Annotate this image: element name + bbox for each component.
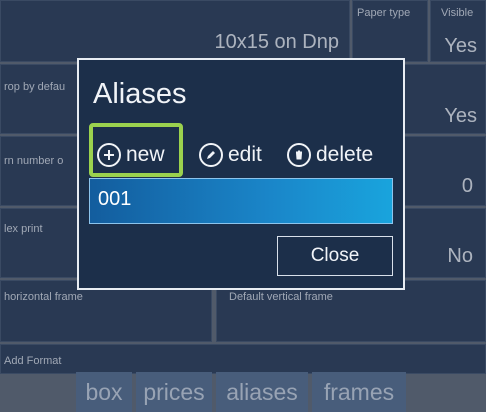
trash-icon	[287, 143, 311, 167]
plus-icon	[97, 143, 121, 167]
alias-list-item[interactable]: 001	[89, 178, 393, 224]
dialog-title: Aliases	[93, 78, 187, 110]
new-button[interactable]: new	[97, 143, 165, 167]
edit-label: edit	[228, 143, 262, 166]
delete-label: delete	[316, 143, 374, 166]
new-label: new	[126, 143, 165, 166]
edit-button[interactable]: edit	[199, 143, 262, 167]
aliases-dialog: Aliases new edit delete 001 Close	[77, 58, 405, 290]
close-button[interactable]: Close	[277, 236, 393, 276]
delete-button[interactable]: delete	[287, 143, 373, 167]
pencil-icon	[199, 143, 223, 167]
